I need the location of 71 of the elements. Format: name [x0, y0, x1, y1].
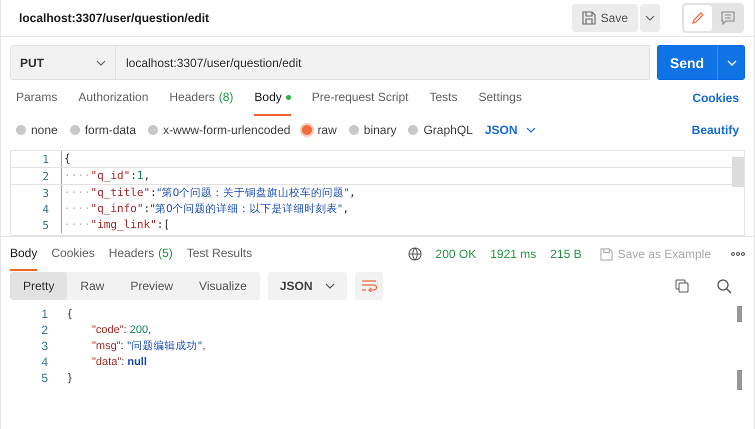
- search-icon[interactable]: [717, 278, 732, 294]
- request-tab[interactable]: Params: [16, 80, 58, 116]
- code-line: "data": null: [91, 355, 147, 370]
- request-tab[interactable]: Body: [254, 80, 291, 116]
- comment-icon: [721, 11, 735, 25]
- view-tab[interactable]: Visualize: [186, 272, 260, 300]
- view-tab[interactable]: Preview: [117, 272, 186, 300]
- globe-icon[interactable]: [408, 247, 422, 261]
- line-number: 1: [40, 307, 49, 321]
- save-menu-button[interactable]: [640, 4, 660, 32]
- copy-icon[interactable]: [675, 279, 689, 293]
- body-type-radio[interactable]: raw: [302, 123, 337, 137]
- code-line: "code": 200,: [91, 323, 152, 338]
- send-menu-button[interactable]: [717, 45, 745, 80]
- view-tab[interactable]: Raw: [67, 272, 118, 300]
- view-tab[interactable]: Pretty: [10, 272, 68, 300]
- line-number: 3: [41, 186, 50, 200]
- caret-icon: [324, 283, 335, 289]
- save-button[interactable]: Save: [572, 4, 638, 32]
- request-body-editor[interactable]: 1 { 2 ····"q_id":1, 3 ····"q_title":"第0个问题：关于铜盘旗山校车的问题", 4 ····"q_info":"第0个问题的详细：以下是详细时刻表", 5 ····"img_link":[: [10, 150, 745, 236]
- code-line: "msg": "问题编辑成功",: [91, 339, 206, 354]
- wrap-icon: [360, 280, 377, 292]
- format-dropdown[interactable]: JSON: [484, 123, 536, 137]
- scrollbar[interactable]: [732, 157, 744, 187]
- more-icon[interactable]: [731, 252, 745, 256]
- response-size: 215 B: [550, 247, 582, 261]
- body-type-radio[interactable]: binary: [348, 123, 396, 137]
- line-number: 2: [40, 323, 49, 337]
- caret-icon: [645, 15, 655, 21]
- code-line: ····"q_title":"第0个问题：关于铜盘旗山校车的问题",: [61, 185, 356, 201]
- code-line: {: [67, 307, 72, 322]
- pencil-icon: [691, 11, 705, 25]
- line-number: 5: [41, 218, 50, 232]
- status-code: 200 OK: [436, 247, 476, 261]
- caret-icon: [526, 127, 536, 133]
- save-icon: [582, 11, 596, 25]
- format-dropdown[interactable]: JSON: [268, 272, 347, 300]
- line-number: 3: [40, 339, 49, 353]
- request-tab[interactable]: Pre-request Script: [312, 80, 408, 116]
- url-field[interactable]: localhost:3307/user/question/edit: [115, 45, 650, 80]
- body-type-radio[interactable]: x-www-form-urlencoded: [148, 123, 290, 137]
- caret-icon: [726, 60, 736, 66]
- code-line: ····"q_id":1,: [61, 168, 150, 184]
- edit-button[interactable]: [684, 5, 712, 31]
- line-number: 4: [41, 202, 50, 216]
- beautify-link[interactable]: Beautify: [692, 123, 739, 137]
- line-number: 5: [40, 371, 49, 385]
- body-type-radio[interactable]: none: [16, 123, 58, 137]
- response-tab[interactable]: Test Results: [186, 237, 252, 271]
- line-number: 1: [41, 152, 50, 166]
- request-tab[interactable]: Headers (8): [169, 80, 234, 116]
- code-line: ····"img_link":[: [61, 217, 170, 233]
- request-tab[interactable]: Tests: [429, 80, 458, 116]
- response-tab[interactable]: Cookies: [51, 237, 95, 271]
- request-tab[interactable]: Authorization: [78, 80, 148, 116]
- response-tab[interactable]: Headers (5): [108, 237, 173, 271]
- line-number: 2: [41, 170, 50, 182]
- method-dropdown[interactable]: PUT: [10, 45, 115, 80]
- wrap-button[interactable]: [354, 272, 383, 300]
- code-line: ····"q_info":"第0个问题的详细：以下是详细时刻表",: [61, 201, 350, 217]
- body-type-radio[interactable]: GraphQL: [408, 123, 473, 137]
- cookies-link[interactable]: Cookies: [692, 91, 739, 105]
- code-line: }: [67, 371, 72, 386]
- request-tab[interactable]: Settings: [478, 80, 522, 116]
- code-line: {: [61, 151, 71, 167]
- body-type-radio[interactable]: form-data: [70, 123, 136, 137]
- save-icon: [600, 248, 613, 260]
- response-time: 1921 ms: [490, 247, 536, 261]
- request-title: localhost:3307/user/question/edit: [19, 11, 210, 25]
- line-number: 4: [40, 355, 49, 369]
- caret-icon: [96, 60, 106, 66]
